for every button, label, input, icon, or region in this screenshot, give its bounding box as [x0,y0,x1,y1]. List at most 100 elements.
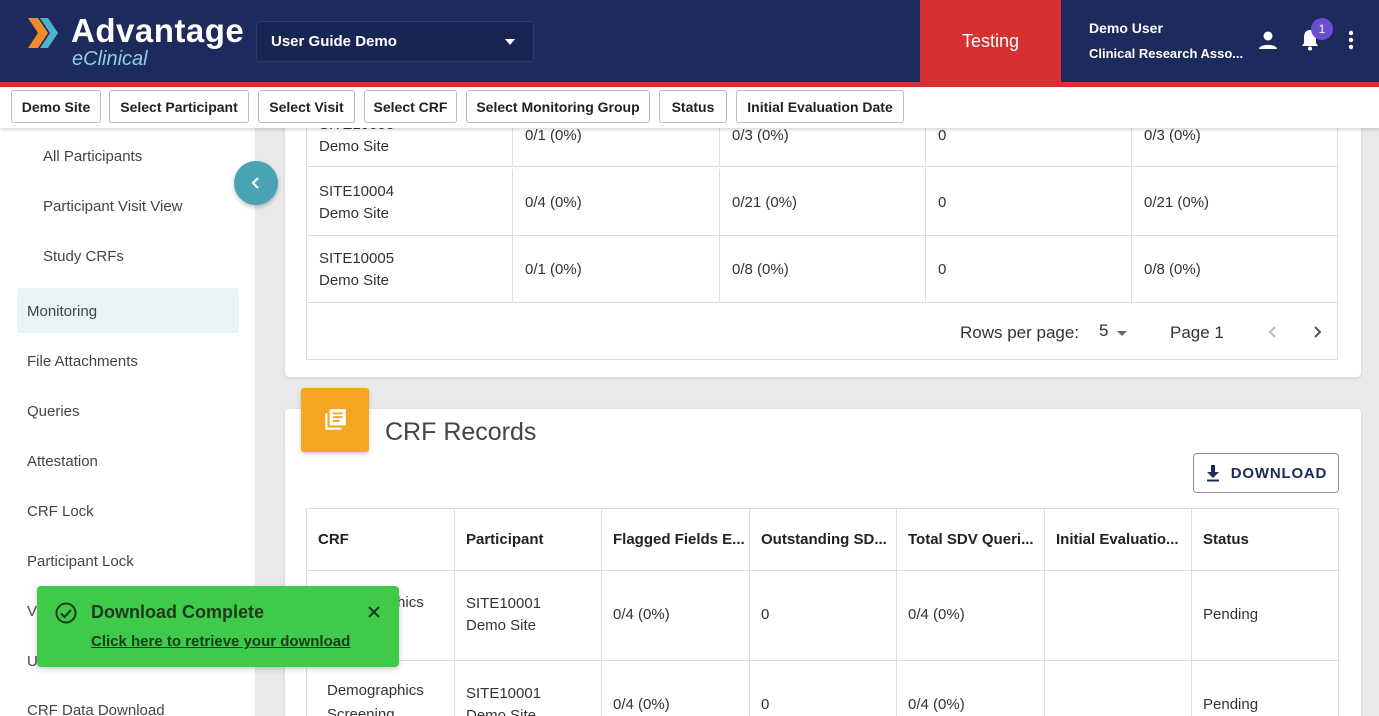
person-icon[interactable] [1256,28,1280,52]
study-selector[interactable]: User Guide Demo [256,21,534,62]
table-cell: 0/1 (0%) [513,236,720,302]
table-cell: 0 [926,236,1132,302]
table-cell: 0/21 (0%) [720,169,926,235]
status-cell: Pending [1192,661,1339,716]
column-header-label: CRF [318,531,349,548]
sidebar-item-study-crfs[interactable]: Study CRFs [43,248,124,265]
download-button[interactable]: DOWNLOAD [1193,453,1339,493]
cell-value: 0 [938,194,947,211]
sidebar-item-participant-visit-view[interactable]: Participant Visit View [43,198,183,215]
user-name[interactable]: Demo User [1089,20,1163,36]
table-cell [1045,661,1192,716]
site-summary-table: SITE10003 Demo Site 0/1 (0%) 0/3 (0%) 0 … [306,100,1339,360]
retrieve-download-link[interactable]: Click here to retrieve your download [91,633,350,650]
table-cell: 0/4 (0%) [513,169,720,235]
sidebar-item-crf-data-download[interactable]: CRF Data Download [27,702,165,716]
table-cell: 0/8 (0%) [720,236,926,302]
column-header-outstanding-sdv[interactable]: Outstanding SD... [750,509,897,571]
column-header-participant[interactable]: Participant [455,509,602,571]
column-header-label: Participant [466,531,544,548]
next-page-icon[interactable] [1309,324,1325,340]
cell-value: 0/1 (0%) [525,261,582,278]
column-header-initial-evaluation[interactable]: Initial Evaluatio... [1045,509,1192,571]
filter-initial-evaluation-date[interactable]: Initial Evaluation Date [736,90,904,123]
filter-bar: Demo Site Select Participant Select Visi… [0,87,1379,128]
chevron-down-icon[interactable] [1115,328,1129,338]
site-cell: SITE10004 Demo Site [307,169,513,235]
library-books-icon [325,409,346,430]
logo-chevron-icon [28,18,58,48]
sidebar-item-monitoring[interactable]: Monitoring [27,303,97,320]
sidebar-item-v[interactable]: V [27,603,37,620]
crf-records-title: CRF Records [385,418,537,446]
logo-wordmark: Advantage [71,12,245,49]
column-header-crf[interactable]: CRF [307,509,455,571]
user-role[interactable]: Clinical Research Asso... [1089,46,1243,61]
table-cell: 0/4 (0%) [602,571,750,661]
crf-name: Demographics [327,682,424,699]
site-id: SITE10004 [319,183,395,200]
filter-site[interactable]: Demo Site [11,90,101,123]
filter-participant[interactable]: Select Participant [109,90,249,123]
participant-id[interactable]: SITE10001 [466,595,541,612]
filter-visit[interactable]: Select Visit [258,90,355,123]
table-row[interactable]: SITE10005 Demo Site 0/1 (0%) 0/8 (0%) 0 … [307,236,1339,303]
sidebar-item-participant-lock[interactable]: Participant Lock [27,553,134,570]
sidebar-item-file-attachments[interactable]: File Attachments [27,353,138,370]
column-header-flagged-fields[interactable]: Flagged Fields E... [602,509,750,571]
download-icon [1206,465,1219,482]
site-name: Demo Site [319,205,390,222]
table-cell: 0/4 (0%) [897,661,1045,716]
sidebar-item-queries[interactable]: Queries [27,403,80,420]
filter-crf[interactable]: Select CRF [364,90,457,123]
column-header-label: Total SDV Queri... [908,531,1034,548]
column-header-label: Initial Evaluatio... [1056,531,1179,548]
crf-name-line2: Screening [327,706,395,716]
status-cell: Pending [1192,571,1339,661]
cell-value: 0/8 (0%) [732,261,789,278]
collapse-sidebar-button[interactable] [234,161,278,205]
sidebar-item-all-participants[interactable]: All Participants [43,148,142,165]
rows-per-page-label: Rows per page: [960,323,1080,342]
sidebar-item-crf-lock[interactable]: CRF Lock [27,503,94,520]
table-cell: 0/4 (0%) [897,571,1045,661]
check-circle-icon [55,602,77,624]
cell-value: 0/4 (0%) [613,606,670,623]
table-cell: 0/4 (0%) [602,661,750,716]
cell-value: 0/3 (0%) [1144,127,1201,144]
close-icon[interactable] [366,604,382,620]
site-cell: SITE10005 Demo Site [307,236,513,302]
cell-value: 0/21 (0%) [732,194,798,211]
cell-value: 0/8 (0%) [1144,261,1201,278]
site-name: Demo Site [319,272,390,289]
filter-status[interactable]: Status [659,90,727,123]
participant-id[interactable]: SITE10001 [466,685,541,702]
site-name: Demo Site [319,138,390,155]
table-row[interactable]: SITE10004 Demo Site 0/4 (0%) 0/21 (0%) 0… [307,169,1339,236]
site-id: SITE10005 [319,250,395,267]
participant-cell: SITE10001 Demo Site [455,571,602,661]
study-selector-label: User Guide Demo [271,33,397,50]
table-row[interactable]: Demographics SITE10001 Demo Site 0/4 (0%… [307,571,1340,661]
cell-value: 0/3 (0%) [732,127,789,144]
table-cell: 0 [926,169,1132,235]
prev-page-icon[interactable] [1265,324,1281,340]
cell-value: 0 [938,127,947,144]
cell-value: 0/4 (0%) [613,696,670,713]
app-logo[interactable]: Advantage eClinical [28,12,248,72]
more-vert-icon[interactable] [1339,28,1363,52]
rows-per-page-select[interactable]: 5 [1099,321,1108,341]
column-header-label: Flagged Fields E... [613,531,745,548]
column-header-label: Outstanding SD... [761,531,887,548]
crf-records-icon-box [301,388,369,452]
sidebar-item-attestation[interactable]: Attestation [27,453,98,470]
column-header-status[interactable]: Status [1192,509,1339,571]
column-header-total-sdv-queries[interactable]: Total SDV Queri... [897,509,1045,571]
cell-value: 0 [761,606,770,623]
table-row[interactable]: Demographics Screening SITE10001 Demo Si… [307,661,1340,716]
table-cell: 0 [750,661,897,716]
filter-monitoring-group[interactable]: Select Monitoring Group [466,90,650,123]
cell-value: 0/4 (0%) [525,194,582,211]
notification-badge: 1 [1311,18,1333,40]
status-value: Pending [1203,606,1259,623]
